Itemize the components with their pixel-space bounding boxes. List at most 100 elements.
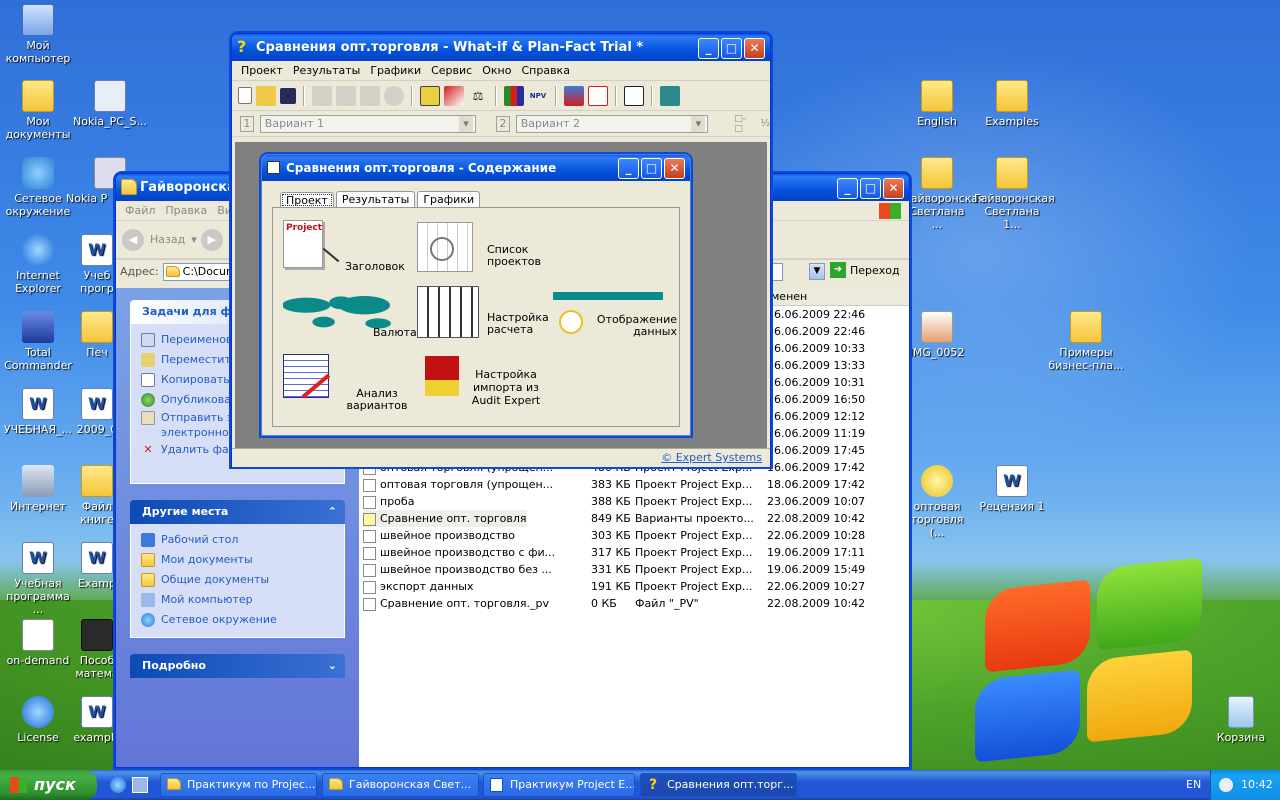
bar-chart-icon[interactable] [504,85,524,106]
minimize-button[interactable]: _ [837,178,858,199]
item-title[interactable]: Project Заголовок [283,220,413,273]
start-button[interactable]: пуск [0,770,97,800]
desktop-icon-internet[interactable]: Интернет [0,465,76,513]
place-my-computer[interactable]: Мой компьютер [141,590,334,610]
desktop-icon-recycle-bin[interactable]: Корзина [1203,696,1279,744]
file-row[interactable]: проба 388 КБ Проект Project Exp... 23.06.20… [363,493,909,510]
minimize-button[interactable]: _ [618,158,639,179]
close-button[interactable]: ✕ [664,158,685,179]
desktop-icon-english[interactable]: English [899,80,975,128]
desktop-icon-examples[interactable]: Examples [974,80,1050,128]
file-row[interactable]: швейное производство без ... 331 КБ Проект… [363,561,909,578]
npv-icon[interactable]: NPV [528,86,548,106]
menu-file[interactable]: Файл [120,204,160,217]
close-button[interactable]: ✕ [883,178,904,199]
report-icon[interactable] [564,85,584,106]
list-report-icon[interactable] [588,85,608,106]
cashflow-icon[interactable] [444,85,464,106]
open-folder-icon[interactable] [256,85,276,106]
desktop-icon-license[interactable]: License [0,696,76,744]
go-arrow-icon: ➜ [830,262,846,278]
item-variant-analysis[interactable]: Анализ вариантов [283,354,413,414]
volume-icon[interactable] [1219,778,1233,792]
taskbar-item-gaivoronskaya[interactable]: Гайворонская Свет... [322,773,479,797]
calculator-icon[interactable] [660,85,680,106]
desktop-icon-primery[interactable]: Примеры бизнес-пла... [1048,311,1124,372]
maximize-button[interactable]: □ [721,38,742,59]
ie-quicklaunch-icon[interactable] [110,777,126,793]
desktop-icon-programma[interactable]: Учебная программа ... [0,542,76,616]
print-preview-icon[interactable] [312,85,332,106]
whatif-titlebar[interactable]: ? Сравнения опт.торговля - What-if & Pla… [232,34,770,61]
other-places-header[interactable]: Другие места ⌃ [130,500,345,524]
language-indicator[interactable]: EN [1186,778,1201,791]
file-row-selected[interactable]: Сравнение опт. торговля 849 КБ Варианты пр… [363,510,909,527]
desktop-icon-gaivoronskaya-2[interactable]: Гайворонская Светлана 1... [974,157,1055,231]
scales-icon[interactable]: ⚖ [468,86,488,106]
desktop-icon-img-0052[interactable]: IMG_0052 [904,311,970,359]
desktop-icon-on-demand[interactable]: on-demand [0,619,76,667]
place-network[interactable]: Сетевое окружение [141,610,334,630]
link-icon[interactable] [336,85,356,106]
column-modified[interactable]: менен [771,290,807,303]
taskbar-item-sravneniya[interactable]: ? Сравнения опт.торг... [640,773,797,797]
expert-systems-link[interactable]: © Expert Systems [661,451,762,464]
desktop-icon-recenziya[interactable]: Рецензия 1 [974,465,1050,513]
menu-project[interactable]: Проект [236,64,288,77]
item-calc-settings[interactable]: Настройка расчета [417,286,549,342]
item-import-settings[interactable]: Настройка импорта из Audit Expert [417,354,547,418]
forward-arrow-icon[interactable]: ▶ [200,228,223,251]
desktop-icon-network[interactable]: Сетевое окружение [0,157,76,218]
tab-results[interactable]: Результаты [335,191,416,207]
place-shared-documents[interactable]: Общие документы [141,570,334,590]
desktop-icon-gaivoronskaya-1[interactable]: Гайворонская Светлана ... [904,157,985,231]
close-button[interactable]: ✕ [744,38,765,59]
taskbar-item-practicum-project-e[interactable]: Практикум Project E... [483,773,635,797]
show-desktop-icon[interactable] [132,777,148,793]
desktop-icon-my-computer[interactable]: Мой компьютер [0,4,76,65]
back-button[interactable]: ◀ Назад ▾ [122,228,197,251]
menu-help[interactable]: Справка [516,64,574,77]
word-export-icon[interactable] [360,85,380,106]
menu-edit[interactable]: Правка [160,204,212,217]
maximize-button[interactable]: □ [641,158,662,179]
variant-1-select[interactable]: Вариант 1 [259,114,476,133]
tab-charts[interactable]: Графики [417,191,481,207]
contents-titlebar[interactable]: Сравнения опт.торговля - Содержание _ □ … [262,155,690,181]
address-dropdown[interactable]: ▼ [809,263,825,280]
file-row[interactable]: Сравнение опт. торговля._pv 0 КБ Файл "_PV… [363,595,909,612]
file-row[interactable]: оптовая торговля (упрощен... 383 КБ Проект… [363,476,909,493]
maximize-button[interactable]: □ [860,178,881,199]
table-icon[interactable] [420,85,440,106]
menu-charts[interactable]: Графики [365,64,426,77]
tab-project[interactable]: Проект [280,192,334,208]
item-data-display[interactable]: Отображение данных [553,286,683,346]
compare-icon[interactable]: □-□ [734,114,754,134]
file-row[interactable]: швейное производство 303 КБ Проект Project… [363,527,909,544]
menu-window[interactable]: Окно [477,64,516,77]
go-button[interactable]: ➜ Переход [830,262,900,278]
file-row[interactable]: швейное производство с фи... 317 КБ Проект… [363,544,909,561]
minimize-button[interactable]: _ [698,38,719,59]
desktop-icon-nokia-pc[interactable]: Nokia_PC_S... [72,80,148,128]
menu-service[interactable]: Сервис [426,64,477,77]
desktop-icon-ie[interactable]: Internet Explorer [0,234,76,295]
desktop-icon-optovaya[interactable]: оптовая торговля (... [904,465,970,539]
save-icon[interactable] [280,87,296,104]
taskbar-item-practicum-projec[interactable]: Практикум по Projec... [160,773,317,797]
new-file-icon[interactable] [238,87,252,104]
details-header[interactable]: Подробно ⌄ [130,654,345,678]
place-my-documents[interactable]: Мои документы [141,550,334,570]
place-desktop[interactable]: Рабочий стол [141,530,334,550]
desktop-icon-my-documents[interactable]: Мои документы [0,80,76,141]
globe-export-icon[interactable] [384,85,404,106]
contents-icon[interactable] [624,85,644,106]
desktop-icon-total-commander[interactable]: Total Commander [0,311,76,372]
file-row[interactable]: экспорт данных 191 КБ Проект Project Exp..… [363,578,909,595]
variant-2-select[interactable]: Вариант 2 [515,114,709,133]
item-currency[interactable]: Валюта [283,286,417,342]
item-project-list[interactable]: Список проектов [417,222,547,274]
menu-results[interactable]: Результаты [288,64,366,77]
desktop-icon-uchebnaya[interactable]: УЧЕБНАЯ_... [0,388,76,436]
percent-icon[interactable]: ½ [760,118,770,129]
